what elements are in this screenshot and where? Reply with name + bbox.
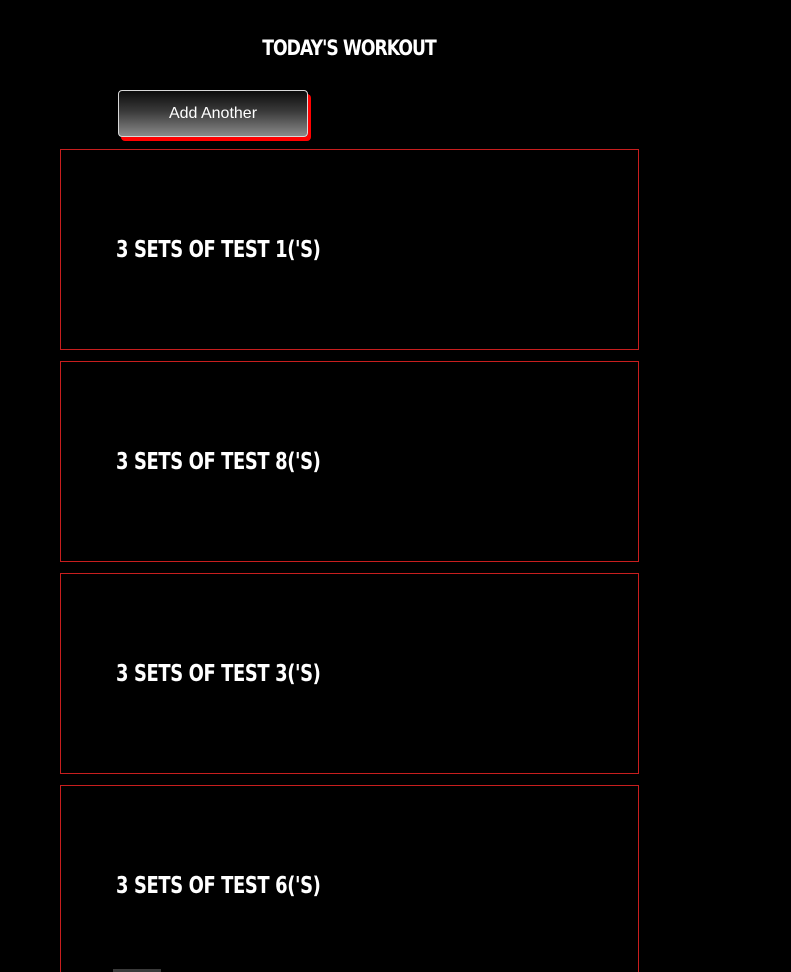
workout-card[interactable]: 3 SETS OF TEST 6('S)	[60, 785, 639, 972]
workout-label: 3 SETS OF TEST 1('S)	[116, 236, 321, 263]
workout-card[interactable]: 3 SETS OF TEST 3('S)	[60, 573, 639, 774]
add-another-button[interactable]: Add Another	[118, 90, 308, 137]
workout-label: 3 SETS OF TEST 6('S)	[116, 872, 321, 899]
workout-label: 3 SETS OF TEST 8('S)	[116, 448, 321, 475]
workout-card[interactable]: 3 SETS OF TEST 8('S)	[60, 361, 639, 562]
workout-list: 3 SETS OF TEST 1('S) 3 SETS OF TEST 8('S…	[60, 149, 639, 972]
workout-label: 3 SETS OF TEST 3('S)	[116, 660, 321, 687]
page-title: TODAY'S WORKOUT	[262, 36, 437, 60]
workout-card[interactable]: 3 SETS OF TEST 1('S)	[60, 149, 639, 350]
